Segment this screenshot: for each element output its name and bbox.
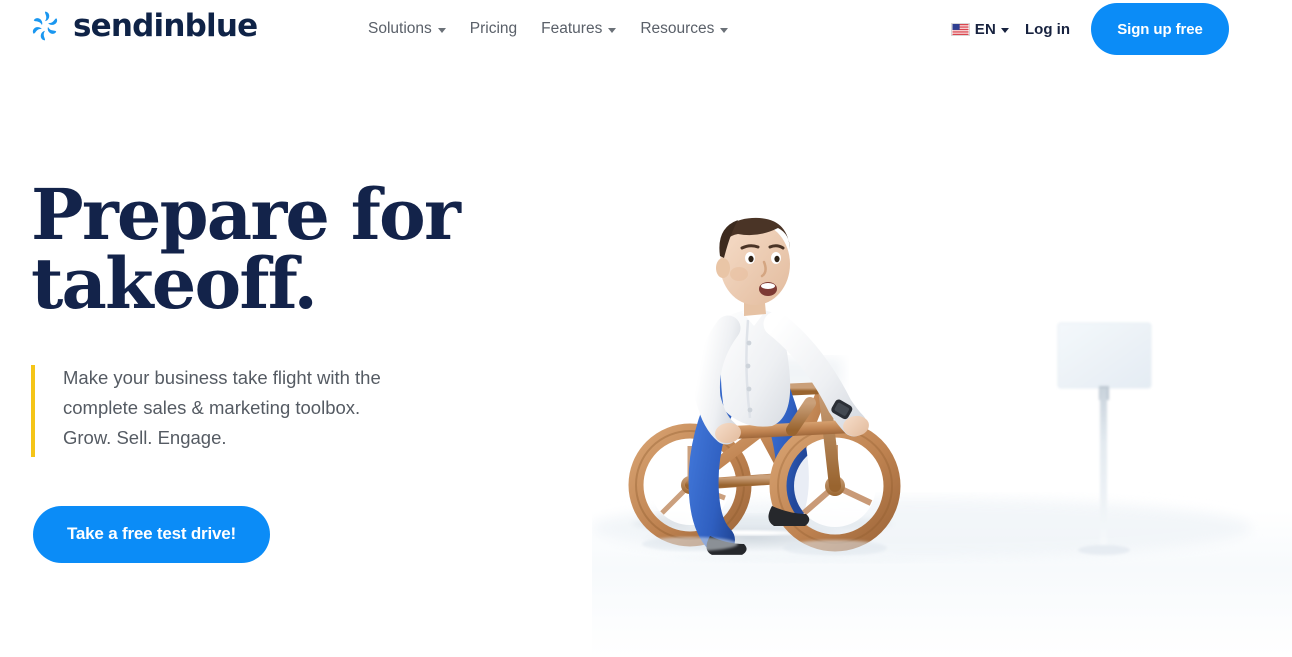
signpost: [1057, 322, 1152, 555]
login-link[interactable]: Log in: [1025, 21, 1070, 38]
nav-item-features[interactable]: Features: [541, 16, 617, 42]
chevron-down-icon: [1001, 27, 1009, 33]
site-header: sendinblue Solutions Pricing Features Re…: [0, 0, 1292, 58]
page-title: Prepare for takeoff.: [31, 173, 461, 326]
header-actions: EN Log in Sign up free: [950, 0, 1292, 58]
nav-item-resources[interactable]: Resources: [640, 16, 729, 42]
chevron-down-icon: [437, 27, 446, 33]
main-navigation: Solutions Pricing Features Resources: [368, 0, 729, 58]
test-drive-cta-button[interactable]: Take a free test drive!: [33, 505, 270, 563]
nav-label-solutions: Solutions: [368, 20, 432, 37]
hero-subtitle-block: Make your business take flight with the …: [31, 363, 491, 457]
hero-subtitle: Make your business take flight with the …: [63, 366, 381, 448]
language-selector[interactable]: EN: [950, 20, 1009, 38]
nav-label-pricing: Pricing: [469, 20, 518, 37]
character-on-bicycle: [628, 217, 901, 555]
pinwheel-flower-icon: [28, 9, 62, 43]
signup-free-button[interactable]: Sign up free: [1091, 3, 1229, 55]
brand-logo-link[interactable]: sendinblue: [28, 7, 258, 44]
landing-page: sendinblue Solutions Pricing Features Re…: [0, 0, 1292, 657]
nav-label-resources: Resources: [640, 20, 715, 37]
language-code: EN: [974, 20, 996, 38]
brand-wordmark: sendinblue: [73, 7, 258, 44]
accent-bar: [31, 364, 35, 457]
chevron-down-icon: [608, 27, 617, 33]
us-flag-icon: [950, 22, 970, 36]
nav-item-solutions[interactable]: Solutions: [368, 16, 446, 42]
hero-section: Prepare for takeoff. Make your business …: [0, 58, 1292, 657]
chevron-down-icon: [720, 27, 729, 33]
hero-copy: Prepare for takeoff. Make your business …: [31, 180, 491, 563]
nav-item-pricing[interactable]: Pricing: [470, 16, 517, 42]
nav-label-features: Features: [541, 20, 603, 37]
hero-illustration: [592, 58, 1292, 657]
